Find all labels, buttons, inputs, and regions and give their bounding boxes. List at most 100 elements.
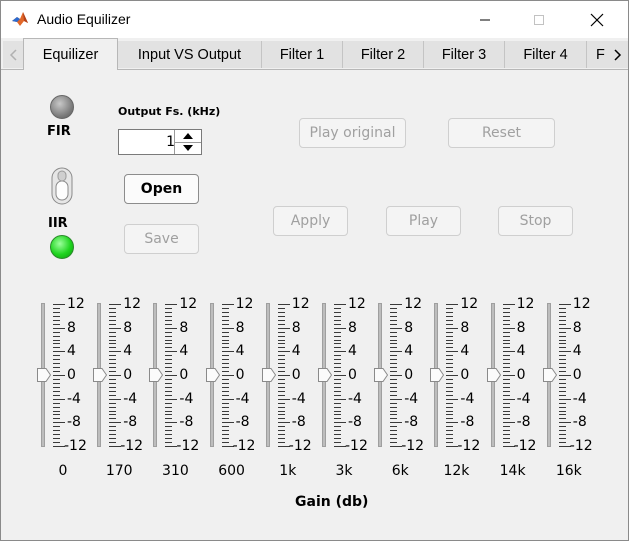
tab-bar: Equilizer Input VS Output Filter 1 Filte… xyxy=(1,38,628,70)
tick-mark xyxy=(53,394,60,396)
tick-mark xyxy=(502,418,510,420)
band-slider[interactable]: 12 8 4 0 -4 -8 -12 xyxy=(430,296,490,460)
tick-mark xyxy=(109,430,117,432)
slider-thumb[interactable] xyxy=(430,368,445,382)
tick-mark xyxy=(390,414,398,416)
tick-mark xyxy=(334,410,341,412)
scale-label: 12 xyxy=(460,296,479,312)
tick-mark xyxy=(109,378,117,380)
tick-mark xyxy=(502,347,510,349)
play-button[interactable]: Play xyxy=(386,206,461,236)
tick-mark xyxy=(53,402,60,404)
slider-thumb[interactable] xyxy=(261,368,276,382)
tab-equilizer[interactable]: Equilizer xyxy=(23,38,118,70)
tick-mark xyxy=(390,402,398,404)
tab-filter-5-partial[interactable]: F xyxy=(587,41,607,68)
band-frequency-label: 3k xyxy=(335,463,353,479)
tick-mark xyxy=(558,430,566,432)
iir-label: IIR xyxy=(48,216,68,231)
tick-mark xyxy=(446,371,454,373)
maximize-button[interactable] xyxy=(516,1,562,38)
tick-mark xyxy=(221,311,229,313)
slider-thumb[interactable] xyxy=(318,368,332,382)
tick-mark xyxy=(109,315,117,317)
tick-mark xyxy=(165,371,173,373)
tick-mark xyxy=(221,307,229,309)
slider-thumb[interactable] xyxy=(374,368,389,382)
tick-mark xyxy=(502,422,515,424)
tick-mark xyxy=(221,363,229,365)
tick-mark xyxy=(109,307,117,309)
spinner-down-button[interactable] xyxy=(175,142,201,154)
tick-mark xyxy=(277,351,290,353)
output-fs-spinner[interactable]: 1 xyxy=(118,129,202,155)
band-slider[interactable]: 12 8 4 0 -4 -8 -12 xyxy=(542,297,603,460)
slider-thumb[interactable] xyxy=(486,368,501,382)
close-button[interactable] xyxy=(574,1,620,38)
band-slider[interactable]: 12 8 4 0 -4 -8 -12 xyxy=(149,297,209,460)
band-slider[interactable]: 12 8 4 0 -4 -8 -12 xyxy=(486,297,547,460)
tick-mark xyxy=(334,307,341,309)
tick-mark xyxy=(502,343,510,345)
tab-scroll-right-button[interactable] xyxy=(606,41,628,68)
tick-mark xyxy=(334,422,346,424)
open-button[interactable]: Open xyxy=(124,174,199,204)
slider-thumb[interactable] xyxy=(205,368,220,382)
stop-button[interactable]: Stop xyxy=(498,206,573,236)
scale-label: 4 xyxy=(460,343,470,360)
slider-thumb[interactable] xyxy=(93,368,108,382)
tab-filter-3[interactable]: Filter 3 xyxy=(424,41,505,68)
tick-mark xyxy=(277,390,285,392)
tick-mark xyxy=(390,335,398,337)
tick-mark xyxy=(53,414,60,416)
tab-filter-4[interactable]: Filter 4 xyxy=(505,41,587,68)
tick-mark xyxy=(277,367,285,369)
apply-button[interactable]: Apply xyxy=(273,206,348,236)
tab-filter-1[interactable]: Filter 1 xyxy=(262,41,343,68)
tick-mark xyxy=(277,410,285,412)
triangle-down-icon xyxy=(183,145,193,151)
slider-thumb[interactable] xyxy=(37,368,51,382)
band-slider[interactable]: 12 8 4 0 -4 -8 -12 xyxy=(37,297,97,460)
scale-label: -4 xyxy=(348,390,362,407)
output-fs-value[interactable]: 1 xyxy=(119,130,175,154)
tick-mark xyxy=(502,363,510,365)
tick-mark xyxy=(221,390,229,392)
tick-mark xyxy=(390,434,398,436)
tick-mark xyxy=(221,319,229,321)
slider-thumb[interactable] xyxy=(149,368,164,382)
tick-mark xyxy=(334,398,346,400)
save-button[interactable]: Save xyxy=(124,224,199,254)
tick-mark xyxy=(390,371,398,373)
scale-label: -12 xyxy=(401,438,425,454)
fir-iir-toggle-switch[interactable] xyxy=(51,167,73,205)
tab-filter-2[interactable]: Filter 2 xyxy=(343,41,424,68)
tick-mark xyxy=(558,442,566,444)
tick-mark xyxy=(502,434,510,436)
scale-label: -8 xyxy=(572,414,587,431)
band-slider[interactable]: 12 8 4 0 -4 -8 -12 xyxy=(374,297,434,460)
band-slider[interactable]: 12 8 4 0 -4 -8 -12 xyxy=(318,297,378,460)
app-window: Audio Equilizer Equilizer Input VS Outpu… xyxy=(0,0,629,541)
tick-mark xyxy=(334,339,341,341)
band-slider[interactable]: 12 8 4 0 -4 -8 -12 xyxy=(261,297,322,460)
tick-mark xyxy=(334,426,341,428)
tick-mark xyxy=(109,414,117,416)
tick-mark xyxy=(446,430,454,432)
band-slider[interactable]: 12 8 4 0 -4 -8 -12 xyxy=(93,297,153,460)
slider-thumb[interactable] xyxy=(542,368,557,382)
slider-ticks xyxy=(558,304,571,447)
tick-mark xyxy=(334,418,341,420)
minimize-button[interactable] xyxy=(462,1,508,38)
play-original-button[interactable]: Play original xyxy=(299,118,406,148)
tab-input-vs-output[interactable]: Input VS Output xyxy=(118,41,262,68)
reset-button[interactable]: Reset xyxy=(448,118,555,148)
slider-ticks xyxy=(277,304,290,447)
scale-label: 4 xyxy=(179,343,189,360)
tick-mark xyxy=(502,382,510,384)
tick-mark xyxy=(390,363,398,365)
band-slider[interactable]: 12 8 4 0 -4 -8 -12 xyxy=(205,297,266,460)
tick-mark xyxy=(53,311,60,313)
tab-scroll-left-button[interactable] xyxy=(3,41,25,68)
tick-mark xyxy=(334,355,341,357)
